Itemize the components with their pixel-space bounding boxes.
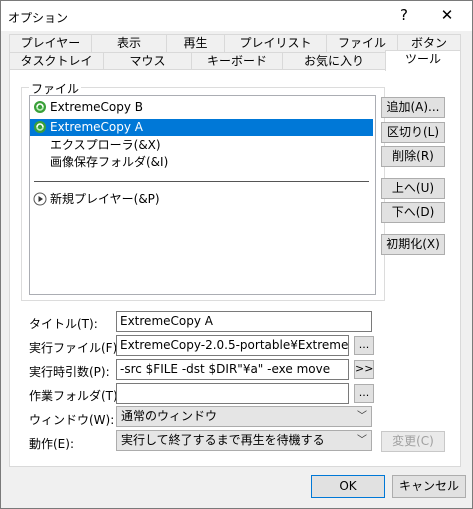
add-button[interactable]: 追加(A)... [381,97,445,118]
list-separator [34,181,369,182]
delete-button[interactable]: 削除(R) [381,146,445,167]
tab-favorites[interactable]: お気に入り [282,52,386,70]
list-item[interactable]: 画像保存フォルダ(&I) [30,154,373,171]
list-item-label: ExtremeCopy B [50,100,143,114]
reset-button[interactable]: 初期化(X) [381,234,445,255]
separator-button[interactable]: 区切り(L) [381,122,445,143]
list-item-label: 新規プレイヤー(&P) [50,192,160,206]
window-mode-label: ウィンドウ(W): [29,413,115,427]
list-item-label: 画像保存フォルダ(&I) [50,155,169,169]
args-insert-button[interactable]: >> [354,360,374,379]
tab-keyboard[interactable]: キーボード [191,52,283,70]
exec-browse-button[interactable]: ... [354,336,374,355]
move-down-button[interactable]: 下へ(D) [381,202,445,223]
exec-file-input[interactable]: ExtremeCopy-2.0.5-portable¥ExtremeCopy.e… [116,335,349,356]
recycle-icon [34,101,46,113]
workdir-label: 作業フォルダ(T): [29,389,122,403]
tab-player[interactable]: プレイヤー [9,34,92,52]
window-mode-select[interactable]: 通常のウィンドウ ﹀ [116,406,372,427]
window-mode-value: 通常のウィンドウ [121,409,218,423]
chevron-down-icon: ﹀ [357,435,367,446]
chevron-down-icon: ﹀ [357,411,367,422]
args-label: 実行時引数(P): [29,365,110,379]
options-dialog: オプション ? ✕ プレイヤー 表示 再生 プレイリスト ファイル ボタン タス… [0,0,473,509]
list-item[interactable]: 新規プレイヤー(&P) [30,191,373,208]
title-input[interactable]: ExtremeCopy A [116,311,372,332]
tab-mouse[interactable]: マウス [103,52,192,70]
list-item-selected[interactable]: ExtremeCopy A [30,119,373,136]
list-item-label: エクスプローラ(&X) [50,138,161,152]
tool-list[interactable]: ExtremeCopy B ExtremeCopy A エクスプローラ(&X) … [29,95,376,295]
list-item[interactable]: ExtremeCopy B [30,99,373,116]
change-button[interactable]: 変更(C) [381,431,445,452]
tab-playback[interactable]: 再生 [166,34,225,52]
workdir-browse-button[interactable]: ... [354,384,374,403]
list-item[interactable]: エクスプローラ(&X) [30,137,373,154]
help-button[interactable]: ? [386,3,422,27]
recycle-icon [34,121,46,133]
action-label: 動作(E): [29,437,74,451]
title-bar: オプション ? ✕ [1,1,472,31]
move-up-button[interactable]: 上へ(U) [381,178,445,199]
window-title: オプション [8,11,69,25]
action-select[interactable]: 実行して終了するまで再生を待機する ﹀ [116,430,372,451]
title-label: タイトル(T): [29,317,98,331]
tab-playlist[interactable]: プレイリスト [224,34,327,52]
tab-display[interactable]: 表示 [91,34,167,52]
cancel-button[interactable]: キャンセル [392,475,466,498]
tab-tools[interactable]: ツール [385,50,461,71]
close-button[interactable]: ✕ [429,3,465,27]
args-input[interactable]: -src $FILE -dst $DIR"¥a" -exe move [116,359,349,380]
exec-file-label: 実行ファイル(F): [29,341,122,355]
list-item-label: ExtremeCopy A [50,120,143,134]
workdir-input[interactable] [116,383,349,404]
ok-button[interactable]: OK [311,475,385,498]
play-icon [33,192,47,206]
tab-tasktray[interactable]: タスクトレイ [9,52,104,70]
action-value: 実行して終了するまで再生を待機する [121,433,325,447]
